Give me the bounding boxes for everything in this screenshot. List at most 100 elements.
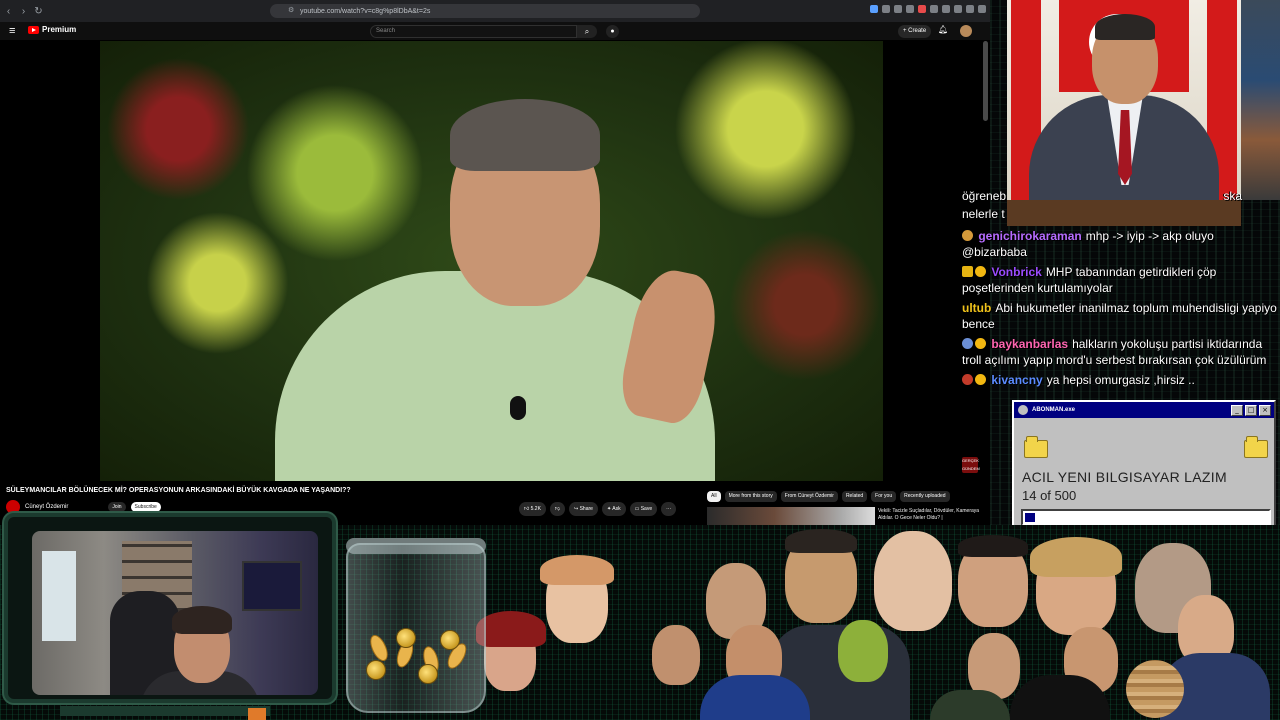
youtube-play-icon xyxy=(28,25,39,34)
page-scrollbar[interactable] xyxy=(983,41,988,121)
collage-hair xyxy=(958,535,1028,557)
streamer-hair xyxy=(172,606,232,634)
politician-hair xyxy=(1095,14,1155,40)
window-title: ABONMAN.exe xyxy=(1032,407,1076,413)
ask-button[interactable]: ✦ Ask xyxy=(601,502,626,516)
folder-icon xyxy=(1244,436,1268,458)
collage-hair xyxy=(476,611,546,647)
subscribe-button[interactable]: Subscribe xyxy=(130,502,161,512)
extension-icon[interactable] xyxy=(918,5,926,13)
search-input[interactable]: Search xyxy=(370,25,577,38)
folder-icon xyxy=(1024,436,1048,458)
chat-text: ska xyxy=(1223,189,1243,203)
extension-icon[interactable] xyxy=(942,5,950,13)
notifications-bell-icon[interactable]: 🔔︎ xyxy=(938,25,948,34)
chat-message-truncated: nelerle t xyxy=(962,206,1280,224)
browser-toolbar: ‹ › ↻ ⚙ youtube.com/watch?v=c8g%p8lDbA&t… xyxy=(0,0,990,22)
site-info-icon[interactable]: ⚙ xyxy=(288,6,294,14)
collage-hair xyxy=(540,555,614,585)
chat-username: Vonbrick xyxy=(991,265,1042,279)
channel-name[interactable]: Cüneyt Özdemir xyxy=(25,504,68,510)
emote-badge-icon xyxy=(962,374,973,385)
hamburger-menu-icon[interactable]: ≡ xyxy=(9,25,15,37)
coin-icon xyxy=(396,628,416,648)
search-icon[interactable]: ⌕ xyxy=(577,25,597,38)
address-bar[interactable]: ⚙ youtube.com/watch?v=c8g%p8lDbA&t=2s xyxy=(270,4,700,18)
webcam-feed xyxy=(32,531,318,695)
reload-icon[interactable]: ↻ xyxy=(32,6,45,17)
minimize-icon[interactable]: _ xyxy=(1231,405,1243,416)
collage-person-body xyxy=(700,675,810,720)
dislike-button[interactable]: 👎︎ xyxy=(549,502,565,516)
microphone-icon[interactable]: ● xyxy=(606,25,619,38)
donation-goal-window: ABONMAN.exe _ □ × ACIL YENI BILGISAYAR L… xyxy=(1012,400,1276,531)
webcam-frame-bar xyxy=(60,706,270,716)
channel-avatar[interactable] xyxy=(6,500,20,514)
extension-icon[interactable] xyxy=(906,5,914,13)
room-window xyxy=(42,551,76,641)
extension-icon[interactable] xyxy=(882,5,890,13)
forward-icon[interactable]: › xyxy=(17,6,30,17)
side-image-strip xyxy=(1241,0,1280,200)
recommended-title[interactable]: Vekili: Tacizle Suçladılar, Dövdüler, Ka… xyxy=(878,508,983,522)
browser-menu-icon[interactable] xyxy=(978,5,986,13)
join-button[interactable]: Join xyxy=(108,502,126,512)
recommended-video[interactable]: Vekili: Tacizle Suçladılar, Dövdüler, Ka… xyxy=(707,507,987,525)
chat-username: ultub xyxy=(962,301,992,315)
share-button[interactable]: ↪ Share xyxy=(569,502,598,516)
donation-headline: ACIL YENI BILGISAYAR LAZIM xyxy=(1022,469,1227,485)
gold-badge-icon xyxy=(975,338,986,349)
donation-count: 14 of 500 xyxy=(1022,488,1077,503)
extension-icon[interactable] xyxy=(930,5,938,13)
extension-icon[interactable] xyxy=(894,5,902,13)
filter-chip[interactable]: For you xyxy=(871,491,897,502)
like-count: 5.2K xyxy=(530,506,541,512)
chat-message: ultub Abi hukumetler inanilmaz toplum muh… xyxy=(962,300,1280,332)
chat-message: Vonbrick MHP tabanından getirdikleri çöp … xyxy=(962,264,1280,296)
save-label: Save xyxy=(640,506,653,512)
chat-username: baykanbarlas xyxy=(991,337,1069,351)
more-actions-button[interactable]: ··· xyxy=(661,502,677,516)
back-icon[interactable]: ‹ xyxy=(2,6,15,17)
filter-chip[interactable]: From Cüneyt Özdemir xyxy=(780,491,838,502)
account-avatar[interactable] xyxy=(960,25,972,37)
chat-username: kivancny xyxy=(991,373,1043,387)
donation-progress-fill xyxy=(1025,513,1035,522)
gold-badge-icon xyxy=(975,266,986,277)
filter-chip[interactable]: Related xyxy=(841,491,868,502)
crown-badge-icon xyxy=(962,266,973,277)
create-button[interactable]: + Create xyxy=(898,25,932,38)
youtube-logo[interactable]: Premium xyxy=(28,25,76,34)
extension-icon[interactable] xyxy=(870,5,878,13)
filter-chip[interactable]: More from this story xyxy=(724,491,777,502)
collage-face xyxy=(874,531,952,631)
orange-decoration xyxy=(248,708,266,720)
video-player[interactable] xyxy=(100,41,883,481)
coin-icon xyxy=(418,664,438,684)
filter-chip[interactable]: Recently uploaded xyxy=(900,491,950,502)
chat-text: ya hepsi omurgasiz ,hirsiz .. xyxy=(1046,373,1195,387)
recommended-thumbnail[interactable] xyxy=(707,507,875,525)
save-button[interactable]: ▭ Save xyxy=(629,502,658,516)
chat-overlay: öğreneb ska nelerle t genichirokaraman mh… xyxy=(962,188,1280,392)
coin-icon xyxy=(440,630,460,650)
collage-face xyxy=(838,620,888,682)
channel-watermark: GERÇEK GÜNDEM xyxy=(962,457,980,473)
url-text: youtube.com/watch?v=c8g%p8lDbA&t=2s xyxy=(300,7,431,15)
globe-icon xyxy=(1018,405,1028,415)
chat-text: nelerle t xyxy=(962,207,1005,221)
chat-message-truncated: öğreneb ska xyxy=(962,188,1280,206)
profile-icon[interactable] xyxy=(966,5,974,13)
maximize-icon[interactable]: □ xyxy=(1245,405,1257,416)
share-label: Share xyxy=(579,506,593,512)
chat-message: baykanbarlas halkların yokoluşu partisi i… xyxy=(962,336,1280,368)
like-button[interactable]: 👍︎ 5.2K xyxy=(519,502,546,516)
extension-icon[interactable] xyxy=(954,5,962,13)
close-icon[interactable]: × xyxy=(1259,405,1271,416)
ask-label: Ask xyxy=(612,506,621,512)
filter-chip[interactable]: All xyxy=(707,491,721,502)
emote-badge-icon xyxy=(962,230,973,241)
room-monitor xyxy=(242,561,302,611)
donation-progress-bar xyxy=(1021,509,1271,526)
chat-text: öğreneb xyxy=(962,189,1007,203)
